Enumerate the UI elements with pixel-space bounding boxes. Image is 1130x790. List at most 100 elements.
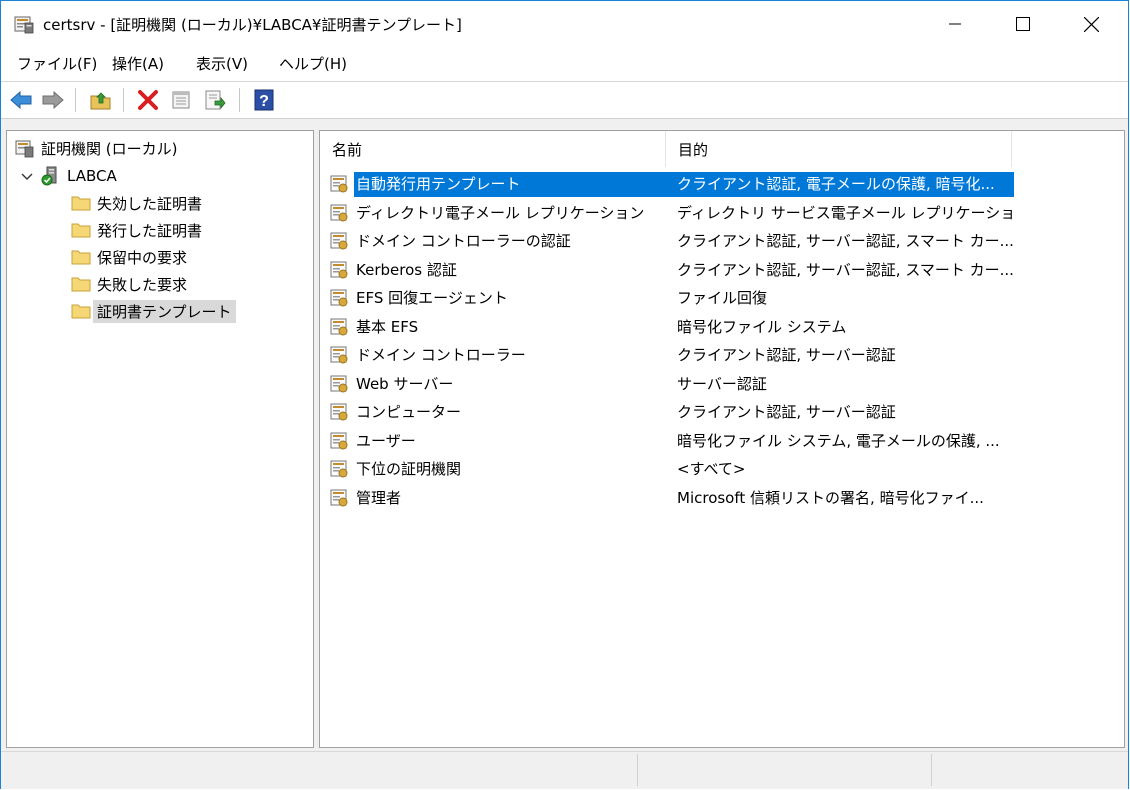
tree-item-label: 証明書テンプレート	[93, 299, 236, 323]
tree-item-label: 失効した証明書	[97, 194, 203, 213]
menu-file[interactable]: ファイル(F)	[15, 53, 99, 74]
result-list: 名前 目的 自動発行用テンプレート クライアント認証, 電子メールの保護, 暗号化…	[319, 130, 1125, 748]
template-purpose-cell: ファイル回復	[677, 289, 768, 307]
properties-icon	[172, 91, 190, 109]
list-item[interactable]: 自動発行用テンプレート クライアント認証, 電子メールの保護, 暗号化...	[326, 171, 1014, 198]
forward-button[interactable]	[41, 88, 65, 112]
folder-icon	[71, 196, 91, 211]
tree-item-label: 発行した証明書	[97, 221, 203, 240]
template-purpose-cell: クライアント認証, 電子メールの保護, 暗号化...	[673, 172, 1014, 197]
certificate-template-icon	[330, 204, 348, 221]
help-icon: ?	[254, 89, 274, 111]
column-header-label: 目的	[678, 140, 709, 159]
list-item[interactable]: 基本 EFS 暗号化ファイル システム	[326, 314, 1012, 341]
template-name-cell: ドメイン コントローラー	[356, 346, 526, 364]
template-name-cell: EFS 回復エージェント	[356, 289, 508, 307]
certificate-template-icon	[330, 432, 348, 449]
status-panel	[5, 754, 638, 786]
template-name-cell: Web サーバー	[356, 374, 454, 393]
column-header-name[interactable]: 名前	[320, 131, 666, 167]
certificate-template-icon	[330, 489, 348, 506]
tree-item-labca[interactable]: LABCA	[41, 165, 117, 187]
tree-item-label: LABCA	[67, 167, 117, 185]
export-list-button[interactable]	[203, 88, 227, 112]
menu-help[interactable]: ヘルプ(H)	[277, 53, 349, 74]
list-item[interactable]: コンピューター クライアント認証, サーバー認証	[326, 399, 1012, 426]
back-button[interactable]	[9, 88, 33, 112]
mmc-window: certsrv - [証明機関 (ローカル)¥LABCA¥証明書テンプレート] …	[0, 0, 1129, 789]
delete-button[interactable]	[136, 88, 160, 112]
certificate-template-icon	[330, 318, 348, 335]
list-item[interactable]: 下位の証明機関 <すべて>	[326, 456, 1012, 483]
title-bar: certsrv - [証明機関 (ローカル)¥LABCA¥証明書テンプレート]	[1, 1, 1128, 47]
svg-text:?: ?	[259, 93, 269, 110]
tree-item-label: 証明機関 (ローカル)	[41, 139, 178, 158]
toolbar-separator	[239, 88, 240, 112]
template-purpose-cell: クライアント認証, サーバー認証	[677, 403, 896, 421]
status-bar	[1, 751, 1128, 789]
certificate-template-icon	[330, 261, 348, 278]
list-item[interactable]: Web サーバー サーバー認証	[326, 371, 1012, 398]
certificate-template-icon	[330, 460, 348, 478]
list-item[interactable]: ドメイン コントローラーの認証 クライアント認証, サーバー認証, スマート カー…	[326, 228, 1014, 255]
template-name-cell: 基本 EFS	[356, 317, 419, 336]
folder-icon	[71, 223, 91, 238]
tree-item-pending-requests[interactable]: 保留中の要求	[71, 246, 187, 268]
expand-collapse-toggle[interactable]	[20, 170, 34, 184]
template-name-cell: ディレクトリ電子メール レプリケーション	[356, 203, 645, 222]
template-name-cell: ドメイン コントローラーの認証	[356, 232, 571, 250]
back-arrow-icon	[10, 91, 32, 109]
list-item[interactable]: EFS 回復エージェント ファイル回復	[326, 285, 1012, 312]
folder-icon	[71, 304, 91, 319]
column-header-purpose[interactable]: 目的	[666, 131, 1012, 167]
list-item[interactable]: Kerberos 認証 クライアント認証, サーバー認証, スマート カー...	[326, 257, 1014, 284]
window-title: certsrv - [証明機関 (ローカル)¥LABCA¥証明書テンプレート]	[43, 16, 462, 34]
help-button[interactable]: ?	[252, 88, 276, 112]
list-item[interactable]: ユーザー 暗号化ファイル システム, 電子メールの保護, ...	[326, 428, 1012, 455]
toolbar-separator	[123, 88, 124, 112]
certificate-authority-icon	[15, 140, 34, 158]
ca-server-check-icon	[41, 166, 57, 186]
console-tree: 証明機関 (ローカル) LABCA 失効した証明書 発行した証明書 保留中の要求…	[6, 130, 314, 748]
template-name-cell: コンピューター	[356, 403, 462, 421]
template-purpose-cell: クライアント認証, サーバー認証, スマート カー...	[677, 232, 1014, 250]
list-item[interactable]: ドメイン コントローラー クライアント認証, サーバー認証	[326, 342, 1012, 369]
list-item[interactable]: ディレクトリ電子メール レプリケーション ディレクトリ サービス電子メール レプリ…	[326, 200, 1014, 227]
template-purpose-cell: 暗号化ファイル システム	[677, 317, 847, 336]
certificate-template-icon	[330, 289, 348, 307]
up-one-level-button[interactable]	[89, 88, 113, 112]
export-list-icon	[205, 90, 226, 110]
tree-item-label: 保留中の要求	[97, 248, 188, 267]
minimize-icon	[949, 23, 961, 25]
toolbar: ?	[1, 82, 1128, 119]
status-panel	[637, 754, 932, 786]
close-icon	[1083, 16, 1099, 32]
template-name-cell: 自動発行用テンプレート	[354, 172, 675, 197]
tree-item-failed-requests[interactable]: 失敗した要求	[71, 273, 187, 295]
menu-view[interactable]: 表示(V)	[194, 53, 250, 74]
tree-item-issued-certificates[interactable]: 発行した証明書	[71, 219, 202, 241]
template-name-cell: ユーザー	[356, 431, 416, 450]
menu-action[interactable]: 操作(A)	[110, 53, 166, 74]
template-purpose-cell: クライアント認証, サーバー認証, スマート カー...	[677, 260, 1014, 279]
template-purpose-cell: 暗号化ファイル システム, 電子メールの保護, ...	[677, 431, 1000, 450]
toolbar-separator	[75, 88, 76, 112]
template-name-cell: Kerberos 認証	[356, 260, 457, 279]
forward-arrow-icon	[42, 91, 64, 109]
template-purpose-cell: Microsoft 信頼リストの署名, 暗号化ファイ...	[677, 488, 984, 507]
maximize-button[interactable]	[1000, 1, 1046, 47]
list-item[interactable]: 管理者 Microsoft 信頼リストの署名, 暗号化ファイ...	[326, 485, 1012, 512]
template-name-cell: 管理者	[356, 488, 402, 507]
close-button[interactable]	[1068, 1, 1114, 47]
tree-item-root[interactable]: 証明機関 (ローカル)	[15, 137, 177, 159]
minimize-button[interactable]	[932, 1, 978, 47]
certificate-template-icon	[330, 232, 348, 250]
certificate-template-icon	[330, 175, 348, 193]
properties-button[interactable]	[169, 88, 193, 112]
delete-icon	[138, 90, 158, 110]
menu-bar: ファイル(F) 操作(A) 表示(V) ヘルプ(H)	[1, 47, 1128, 82]
tree-item-certificate-templates[interactable]: 証明書テンプレート	[71, 299, 236, 323]
tree-item-revoked-certificates[interactable]: 失効した証明書	[71, 192, 202, 214]
template-name-cell: 下位の証明機関	[356, 460, 462, 478]
template-purpose-cell: クライアント認証, サーバー認証	[677, 346, 896, 364]
